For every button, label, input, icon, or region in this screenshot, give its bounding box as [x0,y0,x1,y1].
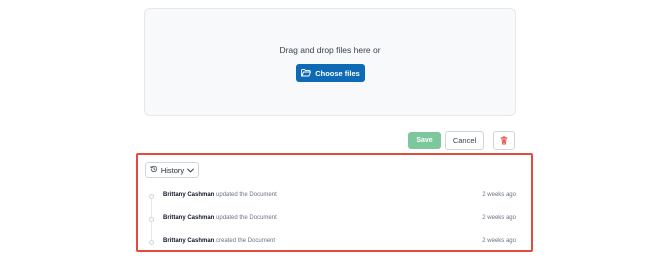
delete-button[interactable] [493,131,515,150]
trash-icon [500,132,508,150]
history-time: 2 weeks ago [482,192,516,198]
cancel-button[interactable]: Cancel [445,131,484,150]
folder-open-icon [301,69,312,77]
history-icon [150,165,158,175]
history-item: Brittany Cashman updated the Document 2 … [138,214,531,226]
timeline-dot [149,194,154,199]
history-time: 2 weeks ago [482,238,516,244]
file-dropzone[interactable]: Drag and drop files here or Choose files [144,8,516,116]
choose-files-button[interactable]: Choose files [296,64,365,82]
choose-files-label: Choose files [315,68,360,78]
history-item: Brittany Cashman updated the Document 2 … [138,191,531,203]
timeline-dot [149,217,154,222]
timeline-dot [149,240,154,245]
history-user: Brittany Cashman [163,192,215,198]
dropzone-prompt: Drag and drop files here or [279,45,381,55]
history-action: created the Document [216,238,276,244]
history-time: 2 weeks ago [482,215,516,221]
history-item: Brittany Cashman created the Document 2 … [138,237,531,249]
history-dropdown-label: History [160,165,185,175]
history-action: updated the Document [216,215,277,221]
history-dropdown[interactable]: History [145,162,199,178]
history-user: Brittany Cashman [163,215,215,221]
history-panel: History Brittany Cashman updated the Doc… [136,153,533,252]
chevron-down-icon [187,166,194,175]
history-user: Brittany Cashman [163,238,215,244]
save-button[interactable]: Save [408,132,441,149]
history-action: updated the Document [216,192,277,198]
